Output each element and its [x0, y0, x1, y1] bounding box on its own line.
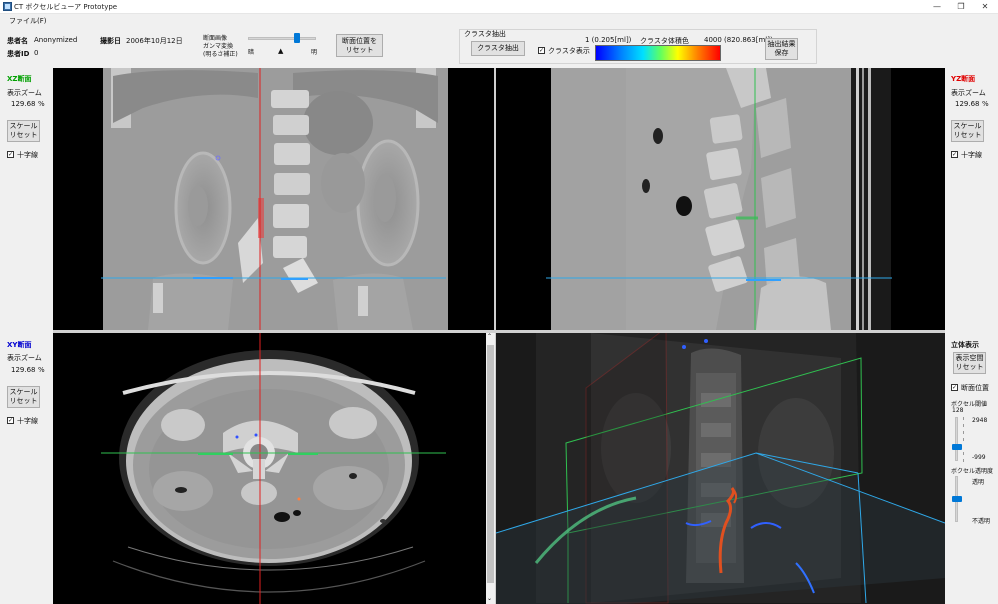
- check-icon: ✓: [8, 151, 14, 158]
- yz-ct-image: [546, 68, 892, 330]
- scroll-up-icon[interactable]: ⌃: [487, 333, 492, 340]
- xz-scale-reset-line1: スケール: [9, 122, 38, 130]
- voxel-threshold-slider-thumb[interactable]: [952, 443, 962, 450]
- check-icon: ✓: [952, 151, 958, 158]
- voxel-threshold-min: -999: [972, 454, 986, 461]
- yz-scale-reset-button[interactable]: スケール リセット: [951, 120, 984, 142]
- volume-3d-view[interactable]: [496, 333, 945, 604]
- cluster-show-checkbox[interactable]: ✓: [538, 47, 545, 54]
- xy-zoom-unit: %: [38, 366, 45, 374]
- cluster-group-title: クラスタ抽出: [464, 30, 506, 38]
- xz-crosshair-label: 十字線: [17, 151, 38, 159]
- voxel-opacity-bottom: 不透明: [972, 518, 991, 525]
- maximize-button[interactable]: ❐: [950, 0, 972, 14]
- gamma-bright-label: 明: [311, 49, 318, 56]
- reset-section-button-line1: 断面位置を: [342, 36, 377, 45]
- cluster-range-max: 4000 (820.863[ml]): [704, 36, 773, 44]
- reset-section-button[interactable]: 断面位置を リセット: [336, 34, 383, 57]
- close-button[interactable]: ✕: [974, 0, 996, 14]
- xz-crosshair-checkbox[interactable]: ✓: [7, 151, 14, 158]
- yz-section-view[interactable]: [496, 68, 945, 330]
- xy-crosshair-checkbox[interactable]: ✓: [7, 417, 14, 424]
- xy-crosshair-label: 十字線: [17, 417, 38, 425]
- xy-view-scrollbar[interactable]: ⌃ ⌄: [486, 333, 495, 604]
- gamma-dark-label: 暗: [248, 49, 255, 56]
- gamma-slider-thumb[interactable]: [294, 33, 301, 43]
- xy-view-scrollbar-thumb[interactable]: [487, 345, 494, 583]
- cluster-save-button[interactable]: 抽出結果 保存: [765, 38, 798, 60]
- voxel-threshold-max: 2948: [972, 417, 988, 424]
- volume-3d-render: [496, 333, 945, 604]
- cluster-range-min: 1 (0.205[ml]): [585, 36, 632, 44]
- yz-panel-title: YZ断面: [951, 75, 976, 83]
- xy-scale-reset-line2: リセット: [9, 397, 38, 405]
- xz-panel-title: XZ断面: [7, 75, 32, 83]
- xy-ct-image: [101, 333, 446, 604]
- scroll-down-icon[interactable]: ⌄: [487, 595, 492, 602]
- xz-zoom-value: 129.68: [11, 100, 36, 108]
- gamma-label-line3: (明るさ補正): [203, 51, 238, 58]
- patient-name-label: 患者名: [7, 37, 28, 45]
- xz-zoom-label: 表示ズーム: [7, 89, 42, 97]
- capture-date-value: 2006年10月12日: [126, 37, 183, 45]
- volume-panel-title: 立体表示: [951, 341, 979, 349]
- xz-section-view[interactable]: [53, 68, 494, 330]
- cluster-save-button-line1: 抽出結果: [767, 40, 796, 48]
- patient-name-value: Anonymized: [34, 36, 78, 44]
- yz-zoom-value: 129.68: [955, 100, 980, 108]
- voxel-opacity-top: 透明: [972, 479, 985, 486]
- xy-section-view[interactable]: [53, 333, 486, 604]
- gamma-slider[interactable]: [248, 37, 316, 40]
- app-icon: [3, 2, 12, 11]
- check-icon: ✓: [952, 384, 958, 391]
- yz-scale-reset-line1: スケール: [953, 122, 982, 130]
- xz-scale-reset-button[interactable]: スケール リセット: [7, 120, 40, 142]
- patient-id-label: 患者ID: [7, 50, 30, 58]
- cluster-volume-colorbar: [595, 45, 721, 61]
- gamma-marker-icon: ▲: [278, 47, 284, 55]
- minimize-button[interactable]: —: [926, 0, 948, 14]
- cluster-save-button-line2: 保存: [774, 49, 789, 57]
- voxel-opacity-slider-thumb[interactable]: [952, 496, 962, 502]
- cluster-extract-button[interactable]: クラスタ抽出: [471, 41, 525, 56]
- xz-ct-image: [101, 68, 448, 330]
- xz-scale-reset-line2: リセット: [9, 131, 38, 139]
- check-icon: ✓: [539, 47, 545, 54]
- window-title: CT ボクセルビューア Prototype: [14, 3, 118, 11]
- yz-zoom-label: 表示ズーム: [951, 89, 986, 97]
- yz-crosshair-label: 十字線: [961, 151, 982, 159]
- xy-zoom-value: 129.68: [11, 366, 36, 374]
- xy-panel-title: XY断面: [7, 341, 32, 349]
- xy-scale-reset-line1: スケール: [9, 388, 38, 396]
- xz-zoom-unit: %: [38, 100, 45, 108]
- capture-date-label: 撮影日: [100, 37, 121, 45]
- yz-zoom-unit: %: [982, 100, 989, 108]
- volume-view-reset-button[interactable]: 表示空間 リセット: [953, 352, 986, 374]
- title-bar: CT ボクセルビューア Prototype — ❐ ✕: [0, 0, 998, 14]
- voxel-opacity-label: ボクセル透明度: [951, 468, 994, 475]
- xy-zoom-label: 表示ズーム: [7, 354, 42, 362]
- menu-file[interactable]: ファイル(F): [9, 16, 47, 26]
- cluster-show-label: クラスタ表示: [548, 47, 590, 55]
- menu-bar: ファイル(F): [0, 14, 998, 26]
- voxel-threshold-value: 128: [952, 407, 964, 414]
- cluster-extract-button-label: クラスタ抽出: [477, 44, 519, 52]
- section-position-label: 断面位置: [961, 384, 989, 392]
- volume-view-reset-line1: 表示空間: [955, 354, 984, 362]
- xy-scale-reset-button[interactable]: スケール リセット: [7, 386, 40, 408]
- yz-scale-reset-line2: リセット: [953, 131, 982, 139]
- yz-crosshair-checkbox[interactable]: ✓: [951, 151, 958, 158]
- patient-id-value: 0: [34, 49, 39, 57]
- section-position-checkbox[interactable]: ✓: [951, 384, 958, 391]
- voxel-threshold-slider[interactable]: [955, 417, 958, 461]
- reset-section-button-line2: リセット: [345, 45, 374, 54]
- volume-view-reset-line2: リセット: [955, 363, 984, 371]
- check-icon: ✓: [8, 417, 14, 424]
